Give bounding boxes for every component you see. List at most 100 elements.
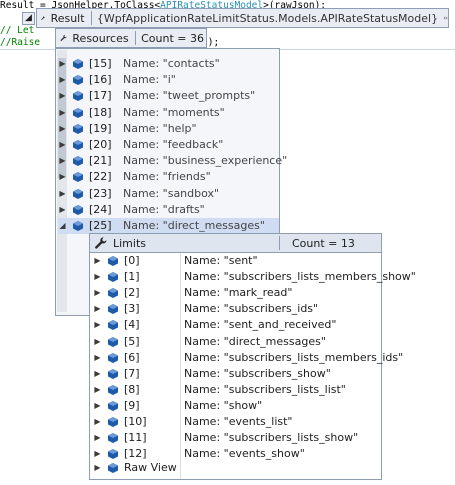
resource-row[interactable]: ▶ [21] Name: "business_experience"	[58, 153, 287, 169]
expand-arrow-icon[interactable]: ▶	[58, 105, 67, 121]
resource-row[interactable]: ▶ [18] Name: "moments"	[58, 105, 225, 121]
expand-arrow-icon[interactable]: ▶	[93, 398, 102, 414]
object-cube-icon	[73, 91, 83, 102]
pin-icon[interactable]	[444, 13, 448, 23]
expand-arrow-icon[interactable]: ▶	[93, 350, 102, 366]
object-cube-icon	[73, 156, 83, 167]
result-datatip[interactable]: Result {WpfApplicationRateLimitStatus.Mo…	[36, 8, 449, 28]
resource-name: Name: "tweet_prompts"	[123, 89, 256, 103]
limit-index: [11]	[124, 431, 147, 445]
code-line-3: //Raise	[0, 37, 41, 48]
expand-arrow-icon[interactable]: ▶	[58, 88, 67, 104]
limits-separator	[279, 236, 280, 250]
limit-name: Name: "subscribers_lists_members_ids"	[184, 350, 404, 364]
resources-datatip-header[interactable]: Resources Count = 36	[55, 28, 207, 48]
object-cube-icon	[108, 336, 118, 347]
resource-index: [23]	[89, 186, 112, 200]
object-cube-icon	[73, 107, 83, 118]
limit-index: [4]	[124, 318, 140, 332]
limit-row[interactable]: ▶ [7] Name: "subscribers_show"	[93, 366, 330, 382]
expand-arrow-icon[interactable]: ▶	[58, 186, 67, 202]
limit-name: Name: "subscribers_lists_show"	[184, 431, 359, 445]
object-cube-icon	[73, 172, 83, 183]
resource-row[interactable]: ▶ [24] Name: "drafts"	[58, 202, 205, 218]
expand-arrow-icon[interactable]: ▶	[58, 169, 67, 185]
limit-row[interactable]: ▶ [11] Name: "subscribers_lists_show"	[93, 430, 358, 446]
limit-index: [7]	[124, 366, 140, 380]
limit-row[interactable]: ▶ [4] Name: "sent_and_received"	[93, 317, 336, 333]
expand-arrow-icon[interactable]: ▶	[58, 202, 67, 218]
limit-row[interactable]: ▶ [8] Name: "subscribers_lists_list"	[93, 382, 345, 398]
resource-name: Name: "contacts"	[123, 57, 220, 70]
limit-row[interactable]: ▶ [10] Name: "events_list"	[93, 414, 293, 430]
expand-arrow-icon[interactable]: ▶	[58, 121, 67, 137]
object-cube-icon	[73, 204, 83, 215]
expand-arrow-icon[interactable]: ▶	[93, 253, 102, 269]
limits-datatip-header[interactable]: Limits Count = 13	[89, 233, 382, 253]
expand-arrow-icon[interactable]: ▶	[93, 382, 102, 398]
resource-row[interactable]: ▶ [19] Name: "help"	[58, 121, 197, 137]
resource-row[interactable]: ▶ [17] Name: "tweet_prompts"	[58, 88, 255, 104]
resource-row[interactable]: ▶ [16] Name: "i"	[58, 72, 175, 88]
resource-index: [18]	[89, 105, 112, 119]
expand-arrow-icon[interactable]: ▶	[93, 285, 102, 301]
object-cube-icon	[108, 288, 118, 299]
expand-arrow-icon[interactable]: ◢	[58, 218, 67, 234]
expand-arrow-icon[interactable]: ▶	[93, 317, 102, 333]
object-cube-icon	[108, 320, 118, 331]
limit-index: [2]	[124, 286, 140, 300]
resource-index: [17]	[89, 89, 112, 103]
limit-name: Name: "mark_read"	[184, 286, 293, 300]
resource-row[interactable]: ▶ [15] Name: "contacts"	[58, 56, 220, 72]
expand-arrow-icon[interactable]: ▶	[93, 269, 102, 285]
limit-index: [1]	[124, 270, 140, 284]
limit-index: [8]	[124, 382, 140, 396]
limit-row[interactable]: ▶ [2] Name: "mark_read"	[93, 285, 292, 301]
object-cube-icon	[73, 75, 83, 86]
resource-name: Name: "business_experience"	[123, 154, 288, 168]
object-cube-icon	[108, 368, 118, 379]
raw-view-label: Raw View	[124, 461, 177, 474]
limit-name: Name: "subscribers_ids"	[184, 302, 319, 316]
limit-name: Name: "sent_and_received"	[184, 318, 337, 332]
expand-arrow-icon[interactable]: ▶	[93, 334, 102, 350]
code-line-2: // Let	[0, 25, 35, 36]
resource-name: Name: "help"	[123, 121, 197, 135]
expand-arrow-icon[interactable]: ▶	[58, 72, 67, 88]
resource-row[interactable]: ▶ [20] Name: "feedback"	[58, 137, 223, 153]
limit-index: [3]	[124, 302, 140, 316]
expand-arrow-icon[interactable]: ▶	[58, 153, 67, 169]
limit-row[interactable]: ▶ [9] Name: "show"	[93, 398, 262, 414]
expand-arrow-icon[interactable]: ▶	[93, 414, 102, 430]
raw-view-row[interactable]: ▶ Raw View	[93, 460, 177, 476]
expand-arrow-icon[interactable]: ▶	[58, 137, 67, 153]
object-cube-icon	[73, 188, 83, 199]
resource-row[interactable]: ◢ [25] Name: "direct_messages"	[58, 218, 279, 234]
limit-row[interactable]: ▶ [5] Name: "direct_messages"	[93, 334, 326, 350]
expand-arrow-icon[interactable]: ▶	[58, 56, 67, 72]
resource-index: [19]	[89, 121, 112, 135]
limit-row[interactable]: ▶ [6] Name: "subscribers_lists_members_ids…	[93, 350, 403, 366]
expand-arrow-icon[interactable]: ▶	[93, 460, 102, 476]
resource-name: Name: "moments"	[123, 105, 225, 119]
limit-row[interactable]: ▶ [0] Name: "sent"	[93, 253, 257, 269]
limits-count: Count = 13	[292, 236, 355, 250]
object-cube-icon	[73, 221, 83, 231]
expand-arrow-icon[interactable]: ▶	[93, 366, 102, 382]
limit-index: [5]	[124, 334, 140, 348]
object-cube-icon	[108, 384, 118, 395]
resource-index: [16]	[89, 73, 112, 87]
limit-name: Name: "events_list"	[184, 415, 293, 428]
resource-row[interactable]: ▶ [23] Name: "sandbox"	[58, 186, 219, 202]
resource-name: Name: "drafts"	[123, 202, 205, 216]
expand-arrow-icon[interactable]: ▶	[93, 301, 102, 317]
result-collapse-toggle[interactable]: ◢	[22, 12, 35, 25]
limit-row[interactable]: ▶ [1] Name: "subscribers_lists_members_sho…	[93, 269, 415, 285]
wrench-icon	[41, 16, 46, 20]
resources-separator	[134, 31, 136, 45]
result-label: Result	[50, 11, 85, 25]
limit-name: Name: "direct_messages"	[184, 334, 326, 348]
limit-row[interactable]: ▶ [3] Name: "subscribers_ids"	[93, 301, 318, 317]
expand-arrow-icon[interactable]: ▶	[93, 430, 102, 446]
resource-row[interactable]: ▶ [22] Name: "friends"	[58, 169, 210, 185]
